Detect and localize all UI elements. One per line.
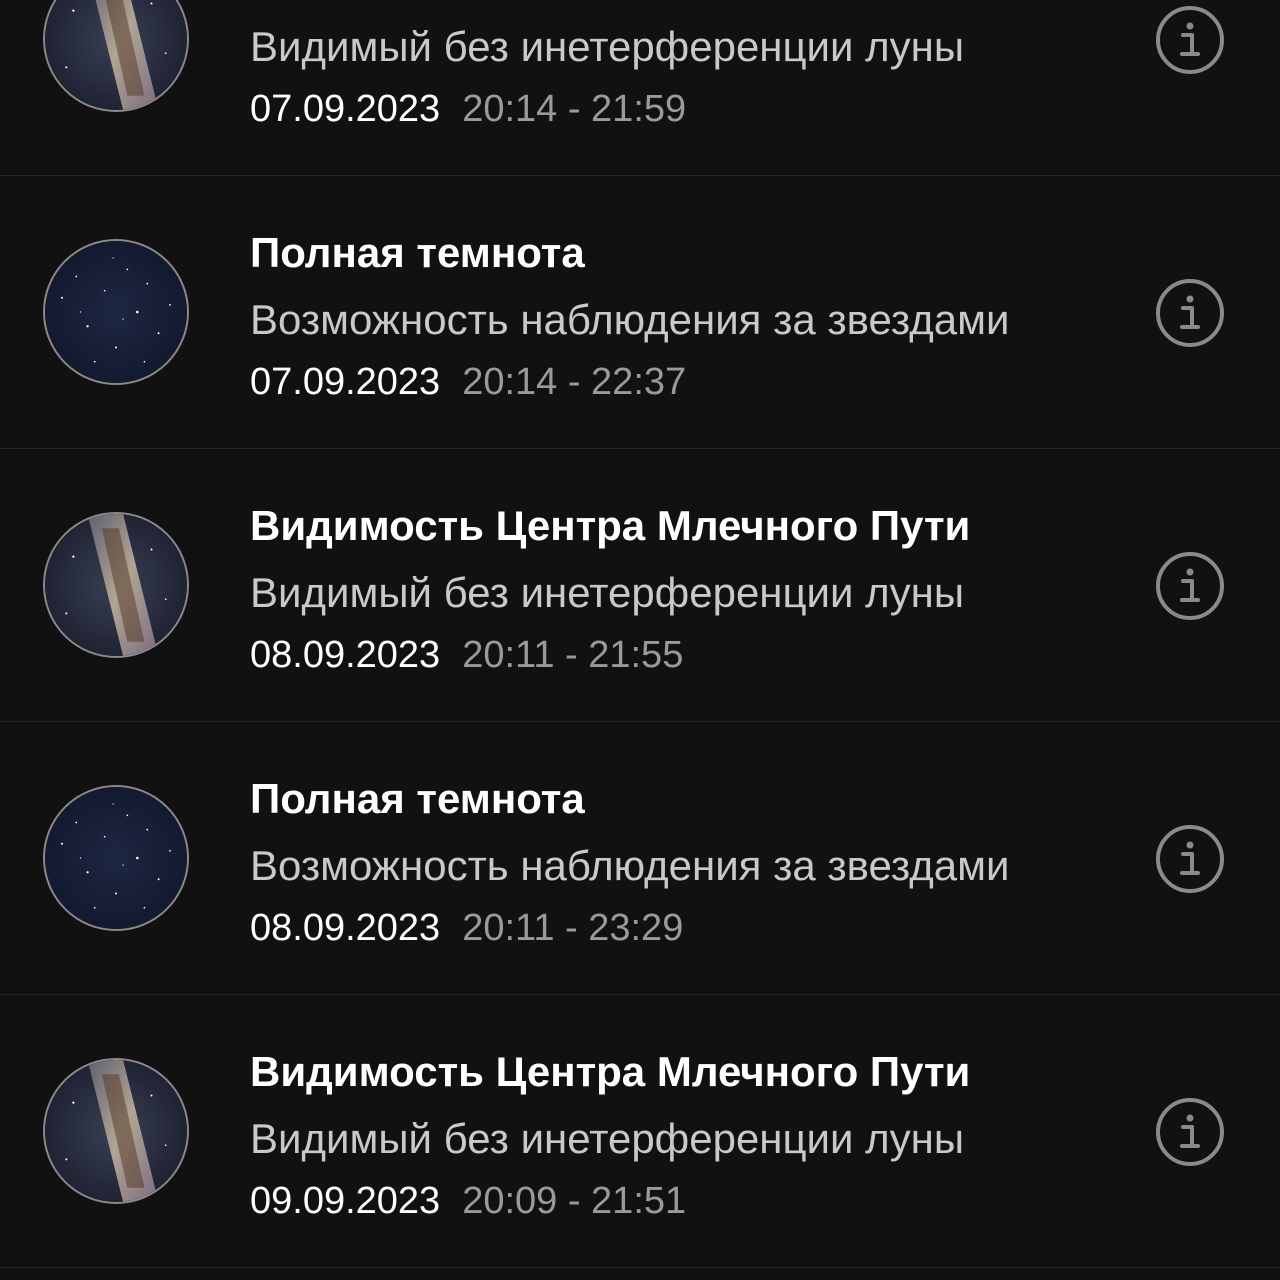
event-list: Видимый без инетерференции луны 07.09.20… (0, 0, 1280, 1268)
event-time: 20:14 - 22:37 (462, 361, 687, 403)
event-subtitle: Видимый без инетерференции луны (250, 1115, 965, 1162)
event-date: 07.09.2023 (250, 88, 441, 130)
info-button[interactable] (1154, 550, 1226, 622)
info-button[interactable] (1154, 823, 1226, 895)
event-date: 09.09.2023 (250, 1180, 441, 1222)
event-time: 20:14 - 21:59 (462, 88, 687, 130)
info-icon (1156, 1098, 1224, 1166)
info-button[interactable] (1154, 277, 1226, 349)
event-date: 07.09.2023 (250, 361, 441, 403)
info-icon (1156, 825, 1224, 893)
info-button[interactable] (1154, 1096, 1226, 1168)
milky-way-thumbnail (43, 0, 189, 112)
event-date: 08.09.2023 (250, 907, 441, 949)
event-title: Видимость Центра Млечного Пути (250, 502, 971, 549)
info-icon (1156, 552, 1224, 620)
event-subtitle: Возможность наблюдения за звездами (250, 842, 1010, 889)
list-item[interactable]: Видимость Центра Млечного Пути Видимый б… (0, 449, 1280, 722)
milky-way-thumbnail (43, 1058, 189, 1204)
list-item[interactable]: Полная темнота Возможность наблюдения за… (0, 722, 1280, 995)
milky-way-thumbnail (43, 512, 189, 658)
info-button[interactable] (1154, 4, 1226, 76)
info-icon (1156, 6, 1224, 74)
event-time: 20:09 - 21:51 (462, 1180, 687, 1222)
list-item[interactable]: Полная темнота Возможность наблюдения за… (0, 176, 1280, 449)
event-title: Полная темнота (250, 229, 585, 276)
event-date-time: 07.09.2023 20:14 - 21:59 (250, 86, 686, 132)
event-subtitle: Видимый без инетерференции луны (250, 569, 965, 616)
list-item[interactable]: Видимый без инетерференции луны 07.09.20… (0, 0, 1280, 176)
starfield-thumbnail (43, 239, 189, 385)
event-title: Видимость Центра Млечного Пути (250, 1048, 971, 1095)
event-time: 20:11 - 21:55 (462, 634, 684, 676)
starfield-thumbnail (43, 785, 189, 931)
event-date-time: 07.09.2023 20:14 - 22:37 (250, 359, 686, 405)
event-date-time: 08.09.2023 20:11 - 23:29 (250, 905, 683, 951)
event-date-time: 09.09.2023 20:09 - 21:51 (250, 1178, 686, 1224)
list-item[interactable]: Видимость Центра Млечного Пути Видимый б… (0, 995, 1280, 1268)
event-subtitle: Возможность наблюдения за звездами (250, 296, 1010, 343)
event-date: 08.09.2023 (250, 634, 441, 676)
event-date-time: 08.09.2023 20:11 - 21:55 (250, 632, 683, 678)
event-subtitle: Видимый без инетерференции луны (250, 23, 965, 70)
event-title: Полная темнота (250, 775, 585, 822)
event-time: 20:11 - 23:29 (462, 907, 684, 949)
info-icon (1156, 279, 1224, 347)
